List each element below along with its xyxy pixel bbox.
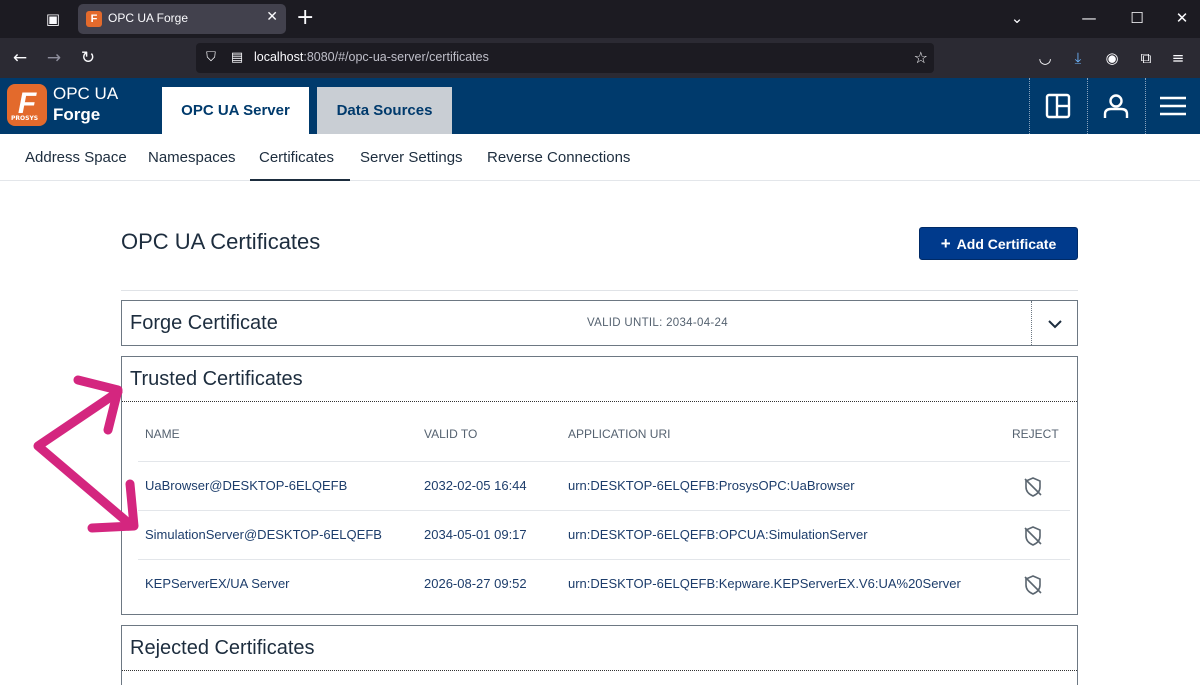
cert-name: SimulationServer@DESKTOP-6ELQEFB [145,527,382,542]
subnav-reverse-connections[interactable]: Reverse Connections [487,149,630,166]
tab-title: OPC UA Forge [108,11,189,25]
browser-tab-bar: ▣ F OPC UA Forge ✕ + ⌄ — ☐ ✕ [0,0,1200,38]
plus-icon: + [940,234,951,253]
cert-name: KEPServerEX/UA Server [145,576,290,591]
cert-uri: urn:DESKTOP-6ELQEFB:ProsysOPC:UaBrowser [568,478,855,493]
hamburger-menu-icon[interactable] [1145,78,1200,134]
url-bar[interactable]: ⛉ ▤ localhost:8080/#/opc-ua-server/certi… [196,43,934,73]
account-icon[interactable]: ◉ [1100,46,1124,70]
window-close-icon[interactable]: ✕ [1170,6,1194,30]
download-icon[interactable]: ⤓ [1066,46,1090,70]
reject-shield-icon[interactable] [1022,574,1044,596]
maximize-icon[interactable]: ☐ [1125,6,1149,30]
expand-chevron-icon[interactable] [1031,301,1077,345]
layout-panel-icon[interactable] [1029,78,1086,134]
cert-uri: urn:DESKTOP-6ELQEFB:OPCUA:SimulationServ… [568,527,868,542]
url-host: localhost [254,50,304,64]
page-info-icon[interactable]: ▤ [228,49,246,67]
card-divider [122,401,1077,402]
shield-icon[interactable]: ⛉ [202,49,220,67]
subnav-address-space[interactable]: Address Space [25,149,127,166]
bookmark-star-icon[interactable]: ☆ [914,48,928,67]
subnav-certificates[interactable]: Certificates [259,149,334,166]
forge-certificate-card[interactable]: Forge Certificate VALID UNTIL: 2034-04-2… [121,300,1078,346]
tab-data-sources[interactable]: Data Sources [317,87,452,134]
subnav-namespaces[interactable]: Namespaces [148,149,236,166]
tab-opc-ua-server[interactable]: OPC UA Server [162,87,309,134]
favicon-icon: F [86,11,102,27]
browser-tab[interactable]: F OPC UA Forge ✕ [78,4,286,34]
new-tab-icon[interactable]: + [296,6,314,30]
trusted-certificates-card: Trusted Certificates NAME VALID TO APPLI… [121,356,1078,615]
logo-title-line1: OPC UA [53,84,119,103]
column-header-name: NAME [145,427,180,441]
column-header-reject: REJECT [1012,427,1059,441]
add-certificate-label: Add Certificate [956,236,1057,252]
rejected-certificates-card: Rejected Certificates [121,625,1078,685]
url-path: :8080/#/opc-ua-server/certificates [303,50,489,64]
trusted-certificates-title: Trusted Certificates [130,368,303,390]
tab-list-chevron-icon[interactable]: ⌄ [1005,6,1029,30]
cert-valid-to: 2032-02-05 16:44 [424,478,527,493]
app-header: F PROSYS OPC UA Forge OPC UA Server Data… [0,78,1200,134]
tab-close-icon[interactable]: ✕ [266,9,278,25]
active-subnav-indicator [250,179,350,181]
add-certificate-button[interactable]: + Add Certificate [919,227,1078,260]
cert-valid-to: 2034-05-01 09:17 [424,527,527,542]
divider [121,290,1078,291]
cert-valid-to: 2026-08-27 09:52 [424,576,527,591]
rejected-certificates-title: Rejected Certificates [130,637,315,659]
forward-icon[interactable]: → [42,46,66,70]
row-separator [138,510,1070,511]
extensions-icon[interactable]: ⧉ [1134,46,1158,70]
browser-nav-bar: ← → ↻ ⛉ ▤ localhost:8080/#/opc-ua-server… [0,38,1200,78]
page-title: OPC UA Certificates [121,229,321,254]
pocket-icon[interactable]: ◡ [1033,46,1057,70]
reject-shield-icon[interactable] [1022,525,1044,547]
user-icon[interactable] [1087,78,1144,134]
sub-navigation: Address Space Namespaces Certificates Se… [0,134,1200,181]
tab-overview-icon[interactable]: ▣ [40,8,66,30]
cert-uri: urn:DESKTOP-6ELQEFB:Kepware.KEPServerEX.… [568,576,961,591]
app-menu-icon[interactable]: ≡ [1166,46,1190,70]
logo-badge: PROSYS [11,115,39,122]
cert-name: UaBrowser@DESKTOP-6ELQEFB [145,478,348,493]
row-separator [138,461,1070,462]
column-header-application-uri: APPLICATION URI [568,427,671,441]
forge-logo[interactable]: F PROSYS [7,84,47,126]
card-divider [122,670,1077,671]
forge-certificate-title: Forge Certificate [130,312,278,334]
subnav-server-settings[interactable]: Server Settings [360,149,463,166]
valid-until-text: VALID UNTIL: 2034-04-24 [587,317,728,329]
back-icon[interactable]: ← [8,46,32,70]
logo-title-line2: Forge [53,105,101,124]
url-text[interactable]: localhost:8080/#/opc-ua-server/certifica… [254,50,489,64]
reject-shield-icon[interactable] [1022,476,1044,498]
reload-icon[interactable]: ↻ [76,46,100,70]
row-separator [138,559,1070,560]
minimize-icon[interactable]: — [1077,6,1101,30]
column-header-valid-to: VALID TO [424,427,478,441]
